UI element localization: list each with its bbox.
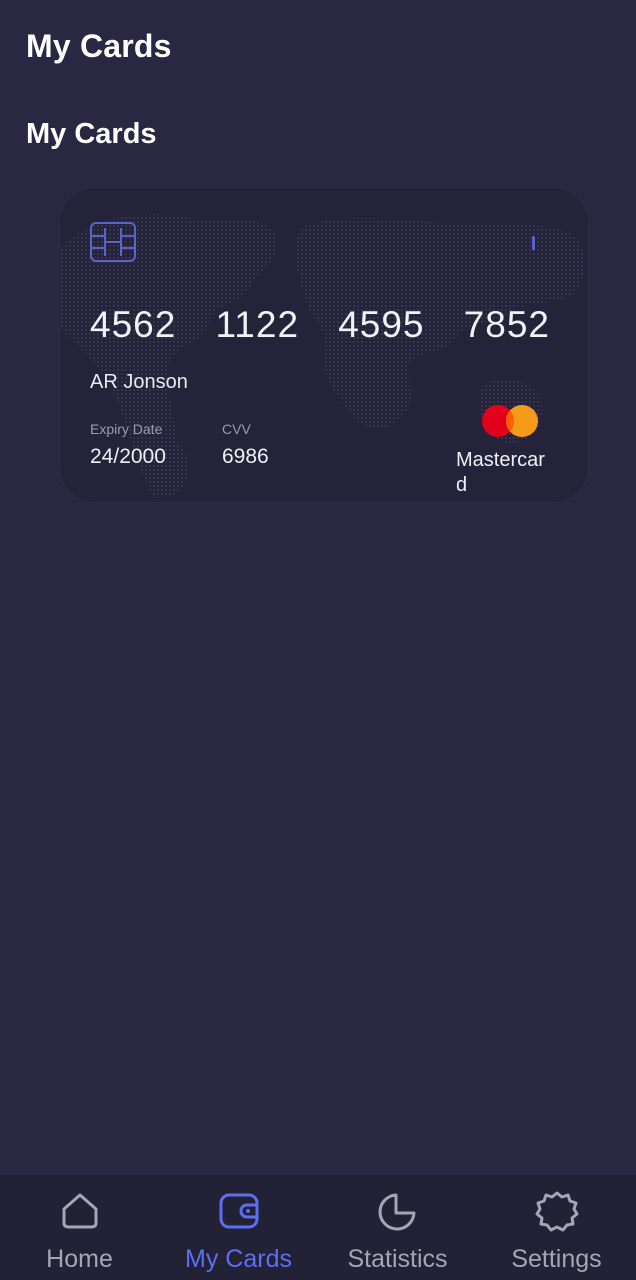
nav-item-settings[interactable]: Settings — [477, 1175, 636, 1280]
wallet-icon — [219, 1193, 258, 1229]
pie-chart-icon — [378, 1193, 415, 1231]
card-number-group-2: 1122 — [215, 304, 300, 345]
nav-item-statistics[interactable]: Statistics — [318, 1175, 477, 1280]
card-number-group-4: 7852 — [463, 304, 550, 345]
nav-label-home: Home — [46, 1245, 113, 1273]
nav-label-statistics: Statistics — [347, 1245, 448, 1273]
nav-label-settings: Settings — [511, 1245, 602, 1273]
expiry-label: Expiry Date — [90, 421, 163, 437]
card-number: 4562 1122 4595 7852 — [90, 304, 550, 346]
expiry-value: 24/2000 — [90, 445, 166, 468]
nav-item-home[interactable]: Home — [0, 1175, 159, 1280]
card-chip-icon — [90, 222, 136, 262]
card-holder-name: AR Jonson — [90, 371, 188, 393]
app-title: My Cards — [26, 28, 172, 64]
bottom-navigation: Home My Cards Statistics Settings — [0, 1175, 636, 1280]
card-indicator — [532, 236, 535, 250]
card-number-group-3: 4595 — [338, 304, 425, 345]
section-title: My Cards — [26, 118, 157, 150]
credit-card[interactable]: 4562 1122 4595 7852 AR Jonson Expiry Dat… — [60, 188, 588, 502]
nav-item-my-cards[interactable]: My Cards — [159, 1175, 318, 1280]
nav-label-my-cards: My Cards — [185, 1245, 292, 1273]
cvv-value: 6986 — [222, 445, 269, 468]
mastercard-logo-icon — [482, 405, 538, 437]
card-brand-name: Mastercard — [456, 449, 545, 496]
card-number-group-1: 4562 — [90, 304, 177, 345]
home-icon — [62, 1193, 97, 1229]
gear-icon — [535, 1191, 578, 1232]
cvv-label: CVV — [222, 421, 251, 437]
